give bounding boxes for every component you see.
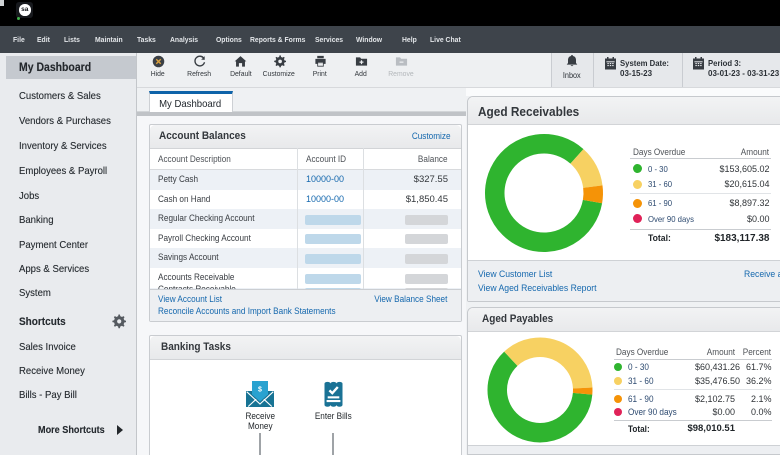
svg-text:$: $ <box>258 387 262 394</box>
